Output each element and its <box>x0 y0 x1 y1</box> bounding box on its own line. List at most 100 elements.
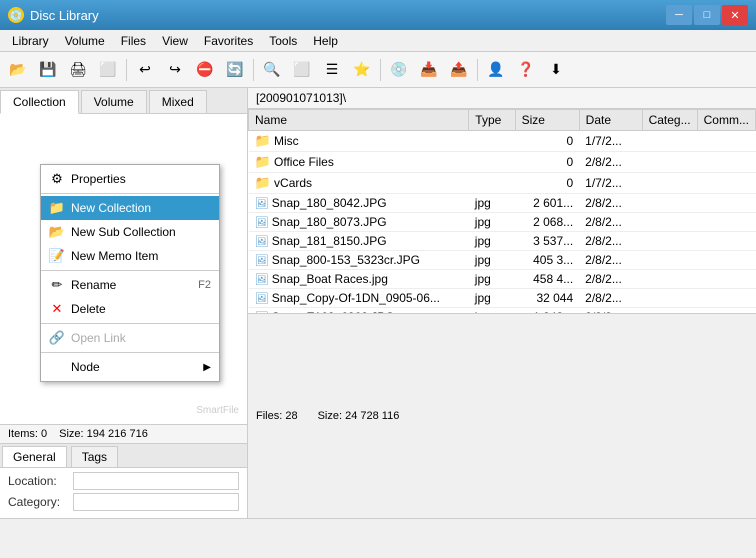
cell-type: jpg <box>469 289 515 308</box>
col-cat[interactable]: Categ... <box>642 110 697 131</box>
menu-favorites[interactable]: Favorites <box>196 32 261 50</box>
left-bottom: Items: 0 Size: 194 216 716 General Tags … <box>0 424 247 518</box>
app-icon: 💿 <box>8 7 24 23</box>
cell-date: 2/8/2... <box>579 289 642 308</box>
cell-name: 📁 Office Files <box>249 152 469 173</box>
toolbar-layout[interactable]: ⬜ <box>288 56 316 84</box>
rename-shortcut: F2 <box>198 279 211 291</box>
file-list[interactable]: Name Type Size Date Categ... Comm... 📁 M… <box>248 109 756 313</box>
tab-volume[interactable]: Volume <box>81 90 147 113</box>
cm-open-link[interactable]: 🔗 Open Link <box>41 326 219 350</box>
cell-size: 0 <box>515 152 579 173</box>
toolbar-print[interactable]: 🖨 <box>64 56 92 84</box>
cell-comm <box>697 194 755 213</box>
table-row[interactable]: 🖼 Snap_800-153_5323cr.JPGjpg405 3...2/8/… <box>249 251 756 270</box>
toolbar-columns[interactable]: ☰ <box>318 56 346 84</box>
location-label: Location: <box>8 474 73 488</box>
cm-sep-4 <box>41 352 219 353</box>
new-memo-icon: 📝 <box>49 248 65 264</box>
tree-area[interactable]: ⚙ Properties 📁 New Collection 📂 New Sub … <box>0 114 247 424</box>
toolbar-forward[interactable]: ↪ <box>161 56 189 84</box>
menu-view[interactable]: View <box>154 32 196 50</box>
cm-new-sub-collection[interactable]: 📂 New Sub Collection <box>41 220 219 244</box>
tab-tags[interactable]: Tags <box>71 446 118 467</box>
toolbar-import[interactable]: 📥 <box>415 56 443 84</box>
toolbar-props[interactable]: ⬜ <box>94 56 122 84</box>
cell-comm <box>697 213 755 232</box>
toolbar-save[interactable]: 💾 <box>34 56 62 84</box>
cell-type: jpg <box>469 232 515 251</box>
toolbar-open[interactable]: 📂 <box>4 56 32 84</box>
table-row[interactable]: 🖼 Snap_Boat Races.jpgjpg458 4...2/8/2... <box>249 270 756 289</box>
cell-comm <box>697 152 755 173</box>
cell-type: jpg <box>469 194 515 213</box>
location-input[interactable] <box>73 472 239 490</box>
col-name[interactable]: Name <box>249 110 469 131</box>
toolbar-export[interactable]: 📤 <box>445 56 473 84</box>
info-bar: Items: 0 Size: 194 216 716 <box>0 425 247 444</box>
maximize-button[interactable]: □ <box>694 5 720 25</box>
col-size[interactable]: Size <box>515 110 579 131</box>
cm-new-memo-item[interactable]: 📝 New Memo Item <box>41 244 219 268</box>
folder-icon: 📁 <box>255 175 271 190</box>
bottom-tab-bar: General Tags <box>0 444 247 468</box>
table-row[interactable]: 🖼 Snap_180_8073.JPGjpg2 068...2/8/2... <box>249 213 756 232</box>
tab-general[interactable]: General <box>2 446 67 467</box>
col-date[interactable]: Date <box>579 110 642 131</box>
cm-delete[interactable]: ✕ Delete <box>41 297 219 321</box>
col-type[interactable]: Type <box>469 110 515 131</box>
toolbar-update[interactable]: ⬇ <box>542 56 570 84</box>
cell-date: 1/7/2... <box>579 173 642 194</box>
toolbar-favorite[interactable]: ⭐ <box>348 56 376 84</box>
menu-library[interactable]: Library <box>4 32 57 50</box>
table-row[interactable]: 🖼 Snap_181_8150.JPGjpg3 537...2/8/2... <box>249 232 756 251</box>
file-icon: 🖼 <box>255 217 269 229</box>
cell-cat <box>642 270 697 289</box>
file-icon: 🖼 <box>255 198 269 210</box>
table-row[interactable]: 📁 vCards01/7/2... <box>249 173 756 194</box>
cell-name: 🖼 Snap_180_8042.JPG <box>249 194 469 213</box>
cm-rename[interactable]: ✏ Rename F2 <box>41 273 219 297</box>
col-comm[interactable]: Comm... <box>697 110 755 131</box>
menu-tools[interactable]: Tools <box>261 32 305 50</box>
close-button[interactable]: ✕ <box>722 5 748 25</box>
tab-mixed[interactable]: Mixed <box>149 90 207 113</box>
cell-date: 2/8/2... <box>579 213 642 232</box>
delete-icon: ✕ <box>49 301 65 317</box>
file-icon: 🖼 <box>255 236 269 248</box>
cm-properties[interactable]: ⚙ Properties <box>41 167 219 191</box>
cell-comm <box>697 173 755 194</box>
toolbar-back[interactable]: ↩ <box>131 56 159 84</box>
toolbar-refresh[interactable]: 🔄 <box>221 56 249 84</box>
table-row[interactable]: 📁 Misc01/7/2... <box>249 131 756 152</box>
menu-help[interactable]: Help <box>305 32 346 50</box>
toolbar-disc[interactable]: 💿 <box>385 56 413 84</box>
cm-new-collection[interactable]: 📁 New Collection <box>41 196 219 220</box>
fields-area: Location: Category: <box>0 468 247 518</box>
current-path: [200901071013]\ <box>256 91 346 105</box>
cell-cat <box>642 213 697 232</box>
category-input[interactable] <box>73 493 239 511</box>
file-icon: 🖼 <box>255 274 269 286</box>
cell-size: 2 068... <box>515 213 579 232</box>
toolbar-search[interactable]: 🔍 <box>258 56 286 84</box>
cell-date: 1/7/2... <box>579 131 642 152</box>
tab-collection[interactable]: Collection <box>0 90 79 114</box>
table-row[interactable]: 📁 Office Files02/8/2... <box>249 152 756 173</box>
right-panel: [200901071013]\ Name Type Size Date Cate… <box>248 88 756 518</box>
table-row[interactable]: 🖼 Snap_180_8042.JPGjpg2 601...2/8/2... <box>249 194 756 213</box>
menu-volume[interactable]: Volume <box>57 32 113 50</box>
cell-date: 2/8/2... <box>579 251 642 270</box>
cm-node[interactable]: Node ▶ <box>41 355 219 379</box>
toolbar-user[interactable]: 👤 <box>482 56 510 84</box>
table-row[interactable]: 🖼 Snap_Copy-Of-1DN_0905-06...jpg32 0442/… <box>249 289 756 308</box>
minimize-button[interactable]: ─ <box>666 5 692 25</box>
title-bar: 💿 Disc Library ─ □ ✕ <box>0 0 756 30</box>
menu-files[interactable]: Files <box>113 32 154 50</box>
cm-new-collection-label: New Collection <box>71 201 211 215</box>
main-area: Collection Volume Mixed ⚙ Properties 📁 N… <box>0 88 756 518</box>
toolbar-stop[interactable]: ⛔ <box>191 56 219 84</box>
category-row: Category: <box>8 493 239 511</box>
toolbar-help[interactable]: ❓ <box>512 56 540 84</box>
cell-name: 📁 Misc <box>249 131 469 152</box>
